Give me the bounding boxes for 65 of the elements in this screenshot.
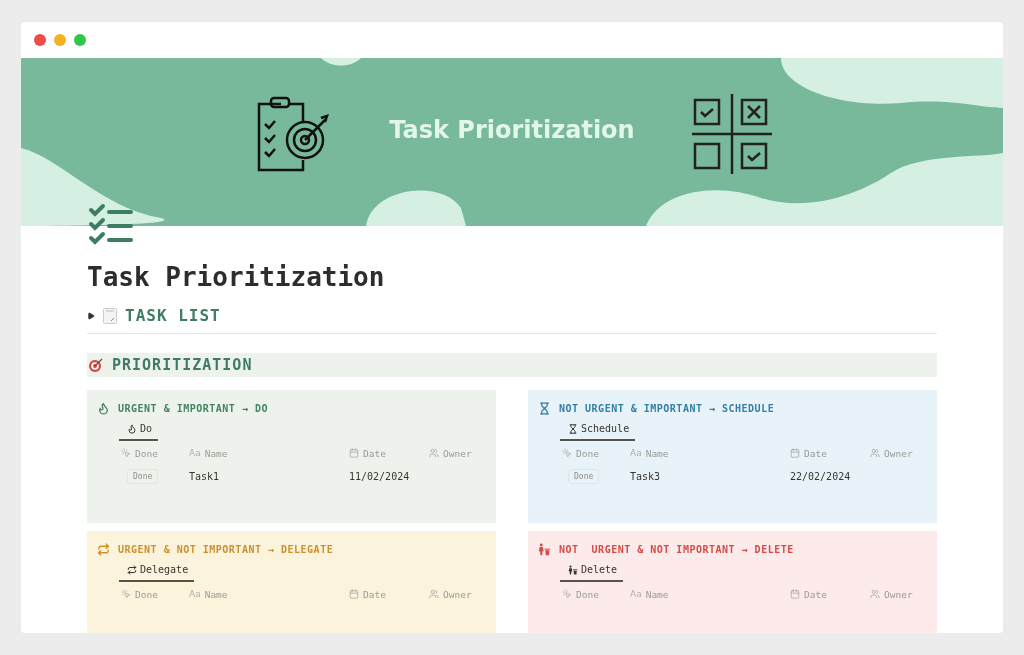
people-icon xyxy=(870,589,880,599)
view-tab[interactable]: Delegate xyxy=(119,562,195,582)
people-icon xyxy=(429,589,439,599)
repeat-icon xyxy=(97,543,110,556)
person-trash-icon xyxy=(568,564,578,575)
button-property-icon xyxy=(121,589,131,599)
column-header[interactable]: Done xyxy=(576,588,599,600)
column-header[interactable]: Done xyxy=(135,588,158,600)
people-icon xyxy=(429,448,439,458)
maximize-window-dot[interactable] xyxy=(74,34,86,46)
column-header[interactable]: Done xyxy=(135,447,158,459)
target-icon xyxy=(88,357,104,373)
flame-icon xyxy=(127,423,137,434)
column-header[interactable]: Done xyxy=(576,447,599,459)
column-header[interactable]: Date xyxy=(804,447,827,459)
toggle-heading[interactable]: TASK LIST xyxy=(125,306,221,325)
text-property-icon: Aa xyxy=(630,448,642,458)
close-window-dot[interactable] xyxy=(34,34,46,46)
table-cell-text: 11/02/2024 xyxy=(349,470,411,482)
view-tab[interactable]: Delete xyxy=(560,562,624,582)
done-button[interactable]: Done xyxy=(127,468,159,484)
calendar-icon xyxy=(349,448,359,458)
table-cell-text: Task3 xyxy=(630,470,662,482)
calendar-icon xyxy=(349,589,359,599)
quadrant-title: URGENT & NOT IMPORTANT → DELEGATE xyxy=(118,544,334,555)
column-header[interactable]: Owner xyxy=(884,447,913,459)
page-title: Task Prioritization xyxy=(87,262,386,292)
flame-icon xyxy=(97,402,110,415)
cover-title: Task Prioritization xyxy=(388,116,636,144)
hourglass-icon xyxy=(538,402,551,415)
column-header[interactable]: Name xyxy=(645,588,669,600)
column-header[interactable]: Owner xyxy=(443,588,472,600)
column-header[interactable]: Owner xyxy=(443,447,472,459)
quadrant-title: URGENT & IMPORTANT → DO xyxy=(118,403,268,414)
repeat-icon xyxy=(127,564,137,575)
minimize-window-dot[interactable] xyxy=(54,34,66,46)
section-heading: PRIORITIZATION xyxy=(112,356,253,374)
column-header[interactable]: Name xyxy=(204,588,228,600)
button-property-icon xyxy=(562,589,572,599)
quadrant-title: NOT URGENT & IMPORTANT → SCHEDULE xyxy=(559,403,775,414)
column-header[interactable]: Date xyxy=(804,588,827,600)
column-header[interactable]: Date xyxy=(363,447,386,459)
text-property-icon: Aa xyxy=(189,448,201,458)
calendar-icon xyxy=(790,448,800,458)
table-cell-text: Task1 xyxy=(189,470,221,482)
column-header[interactable]: Name xyxy=(204,447,228,459)
toggle-arrow-icon[interactable] xyxy=(87,311,95,320)
person-trash-icon xyxy=(538,543,551,556)
quadrant-grid-icon xyxy=(692,94,772,174)
view-tab[interactable]: Do xyxy=(119,421,159,441)
button-property-icon xyxy=(121,448,131,458)
notepad-icon xyxy=(103,307,117,324)
column-header[interactable]: Owner xyxy=(884,588,913,600)
column-header[interactable]: Date xyxy=(363,588,386,600)
button-property-icon xyxy=(562,448,572,458)
column-header[interactable]: Name xyxy=(645,447,669,459)
done-button[interactable]: Done xyxy=(568,468,600,484)
text-property-icon: Aa xyxy=(630,589,642,599)
calendar-icon xyxy=(790,589,800,599)
people-icon xyxy=(870,448,880,458)
view-tab[interactable]: Schedule xyxy=(560,421,636,441)
text-property-icon: Aa xyxy=(189,589,201,599)
hourglass-icon xyxy=(568,423,578,434)
quadrant-title: NOT URGENT & NOT IMPORTANT → DELETE xyxy=(559,544,794,555)
table-cell-text: 22/02/2024 xyxy=(790,470,852,482)
